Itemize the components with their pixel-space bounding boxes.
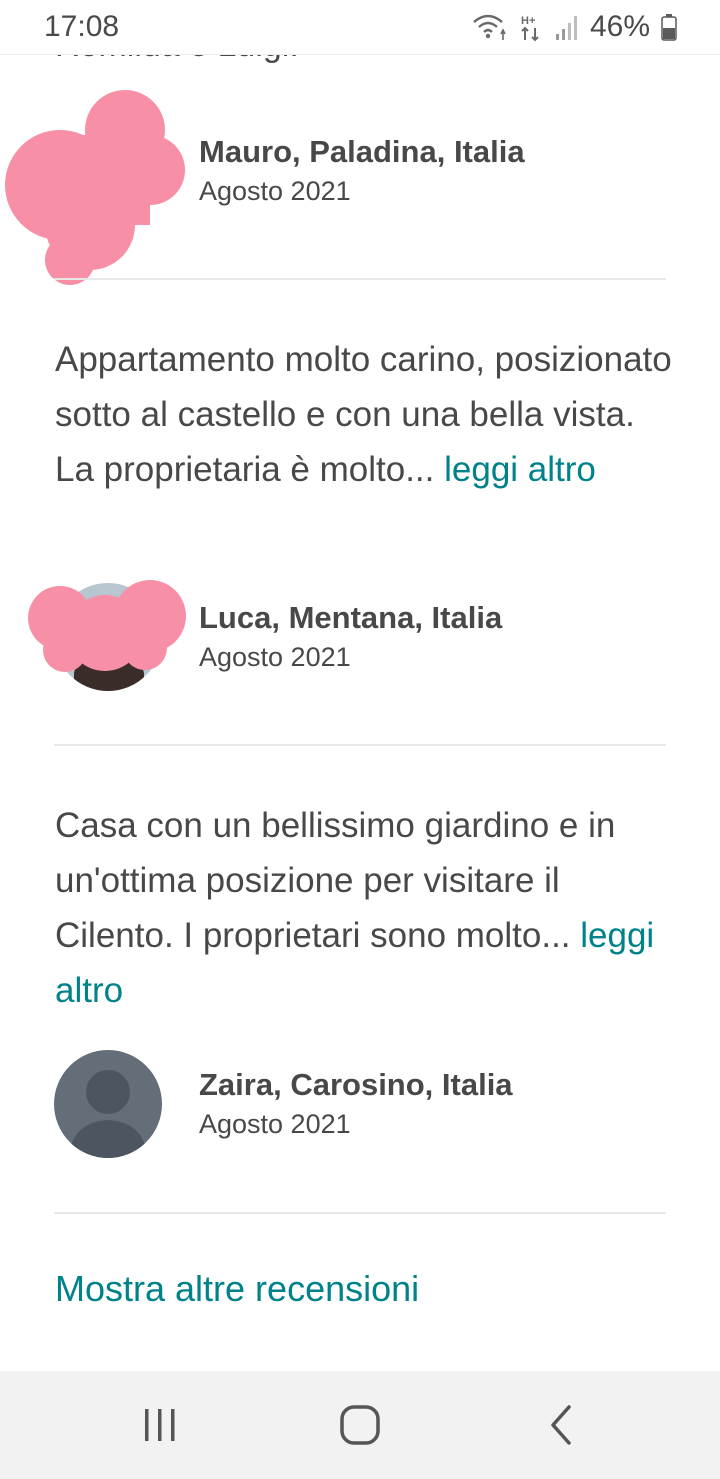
review-date: Agosto 2021	[199, 176, 351, 206]
user-icon	[68, 1070, 148, 1158]
wifi-icon	[473, 14, 506, 40]
review-date: Agosto 2021	[199, 1109, 351, 1139]
review-text: Appartamento molto carino, posizionato s…	[55, 332, 675, 497]
status-icons: H+ 46%	[472, 10, 678, 44]
review-author: Luca, Mentana, Italia Agosto 2021	[199, 600, 502, 674]
back-button[interactable]	[502, 1371, 622, 1479]
divider	[54, 1212, 666, 1214]
review-author: Zaira, Carosino, Italia Agosto 2021	[199, 1067, 513, 1141]
home-button[interactable]	[300, 1371, 420, 1479]
author-name: Luca, Mentana, Italia	[199, 600, 503, 635]
svg-text:H+: H+	[521, 15, 535, 27]
back-icon	[551, 1405, 571, 1445]
signal-icon	[555, 16, 577, 40]
battery-icon	[661, 14, 677, 41]
navigation-bar	[0, 1371, 720, 1479]
read-more-link[interactable]: leggi altro	[444, 450, 596, 489]
review-author: Mauro, Paladina, Italia Agosto 2021	[199, 134, 525, 208]
recent-apps-button[interactable]	[100, 1371, 220, 1479]
divider	[54, 744, 666, 746]
avatar	[5, 90, 185, 285]
review-body: Casa con un bellissimo giardino e in un'…	[55, 806, 616, 955]
home-icon	[340, 1405, 380, 1445]
redaction-scribble	[28, 580, 186, 672]
data-transfer-icon: H+	[521, 15, 539, 42]
review-text: Casa con un bellissimo giardino e in un'…	[55, 798, 675, 1018]
review-date: Agosto 2021	[199, 642, 351, 672]
divider	[54, 278, 666, 280]
redaction-scribble	[5, 90, 185, 285]
show-more-reviews-link[interactable]: Mostra altre recensioni	[55, 1268, 419, 1310]
author-name: Zaira, Carosino, Italia	[199, 1067, 513, 1102]
author-name: Mauro, Paladina, Italia	[199, 134, 525, 169]
status-bar: 17:08 H+ 46%	[0, 0, 720, 55]
battery-percentage: 46%	[589, 10, 650, 43]
status-time: 17:08	[44, 10, 120, 43]
recent-apps-icon	[145, 1409, 175, 1441]
avatar	[54, 1050, 162, 1158]
